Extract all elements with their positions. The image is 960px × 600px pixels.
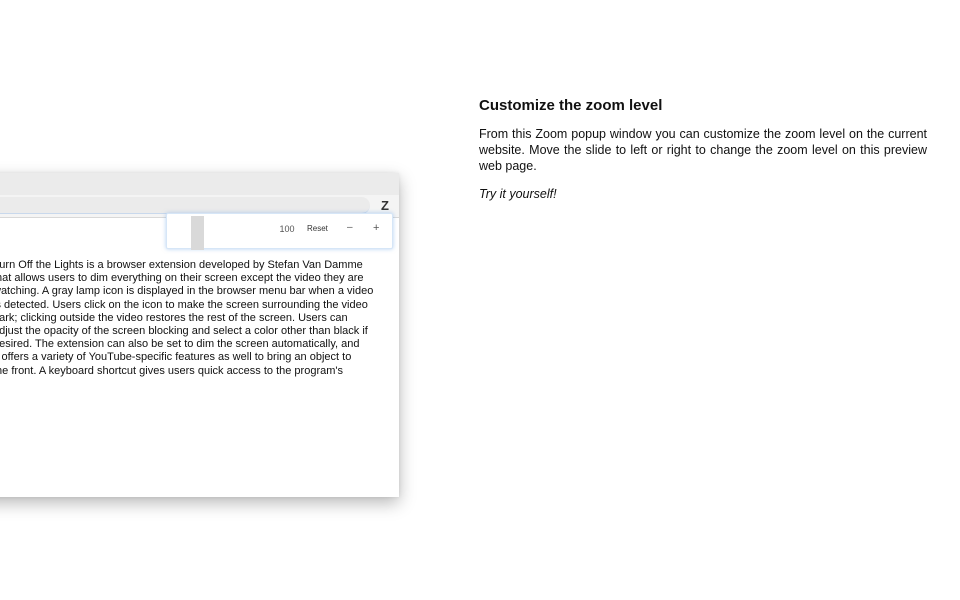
page-text-line: watching. A gray lamp icon is displayed …: [0, 285, 374, 298]
page-text-line: adjust the opacity of the screen blockin…: [0, 324, 368, 337]
zoom-slider-thumb[interactable]: [191, 216, 204, 250]
zoom-popup: 100 Reset – +: [166, 213, 393, 250]
zoom-reset-button[interactable]: Reset: [307, 224, 328, 233]
info-cta: Try it yourself!: [479, 187, 557, 201]
page-text-line: dark; clicking outside the video restore…: [0, 311, 348, 324]
tab-strip: [0, 173, 399, 195]
info-panel: Customize the zoom level From this Zoom …: [479, 97, 927, 214]
page-text-line: that allows users to dim everything on t…: [0, 272, 364, 285]
browser-preview-window: Z 100 Reset – + Turn Off the Lights is a…: [0, 173, 399, 497]
page-text-line: desired. The extension can also be set t…: [0, 338, 360, 351]
zoom-slider[interactable]: [169, 216, 273, 250]
zoom-value: 100: [279, 224, 295, 234]
page-text-line: the front. A keyboard shortcut gives use…: [0, 364, 343, 377]
zoom-extension-icon[interactable]: Z: [381, 198, 389, 214]
page-text-line: it offers a variety of YouTube-specific …: [0, 351, 352, 364]
address-bar[interactable]: [0, 197, 370, 214]
zoom-out-button[interactable]: –: [347, 222, 353, 233]
page-text-line: is detected. Users click on the icon to …: [0, 298, 368, 311]
info-title: Customize the zoom level: [479, 97, 663, 114]
page-text-line: Turn Off the Lights is a browser extensi…: [0, 259, 363, 271]
preview-page-content: Turn Off the Lights is a browser extensi…: [0, 259, 374, 378]
info-description: From this Zoom popup window you can cust…: [479, 127, 927, 173]
zoom-in-button[interactable]: +: [373, 222, 379, 234]
